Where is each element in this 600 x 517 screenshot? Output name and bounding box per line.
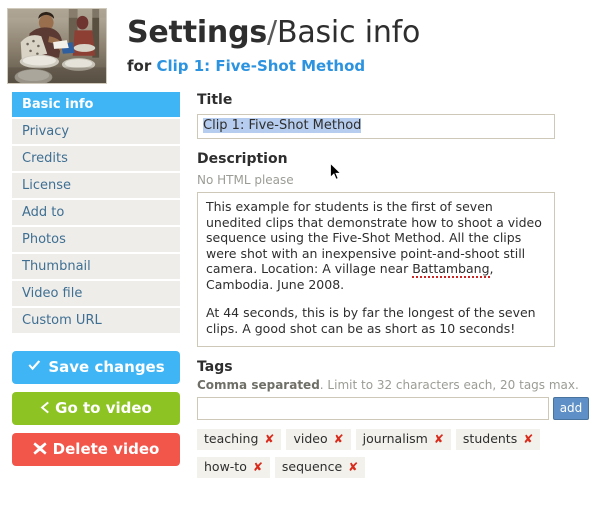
- remove-tag-icon[interactable]: ✘: [434, 433, 444, 445]
- sidebar-item-video-file[interactable]: Video file: [12, 281, 180, 306]
- page-body: Basic info Privacy Credits License Add t…: [0, 92, 600, 497]
- tags-input-row: add: [197, 397, 597, 420]
- add-tag-button[interactable]: add: [553, 397, 589, 420]
- settings-form: Title Clip 1: Five-Shot Method Descripti…: [197, 92, 597, 497]
- description-paragraph-2: At 44 seconds, this is by far the longes…: [206, 305, 536, 336]
- header-text-block: Settings/Basic info for Clip 1: Five-Sho…: [127, 8, 420, 76]
- tags-hint: Comma separated. Limit to 32 characters …: [197, 378, 597, 392]
- tags-field-block: Tags Comma separated. Limit to 32 charac…: [197, 359, 597, 485]
- sidebar-item-privacy[interactable]: Privacy: [12, 119, 180, 144]
- check-icon: [27, 352, 42, 385]
- title-field-block: Title Clip 1: Five-Shot Method: [197, 92, 597, 139]
- page-title-separator: /: [267, 15, 277, 50]
- video-link[interactable]: Clip 1: Five-Shot Method: [156, 57, 365, 75]
- sidebar-actions: Save changes Go to video Delete video: [12, 351, 180, 466]
- page-header: Settings/Basic info for Clip 1: Five-Sho…: [0, 0, 600, 92]
- tag-chip: teaching ✘: [197, 429, 282, 450]
- description-hint: No HTML please: [197, 173, 294, 187]
- delete-video-label: Delete video: [52, 440, 160, 458]
- tag-label: sequence: [281, 459, 343, 474]
- tag-chip: students ✘: [455, 429, 541, 450]
- cross-icon: [33, 434, 47, 467]
- sidebar-item-basic-info[interactable]: Basic info: [12, 92, 180, 117]
- settings-sidebar: Basic info Privacy Credits License Add t…: [12, 92, 180, 474]
- video-thumbnail[interactable]: [7, 8, 107, 84]
- page-title: Settings/Basic info: [127, 16, 420, 50]
- page-title-section: Basic info: [276, 15, 421, 50]
- tag-label: video: [293, 431, 328, 446]
- tags-label: Tags: [197, 359, 233, 375]
- delete-video-button[interactable]: Delete video: [12, 433, 180, 466]
- tag-chip: how-to ✘: [197, 457, 270, 478]
- tag-chip: sequence ✘: [274, 457, 366, 478]
- page-subtitle: for Clip 1: Five-Shot Method: [127, 57, 420, 75]
- tag-label: teaching: [204, 431, 259, 446]
- title-input-value: Clip 1: Five-Shot Method: [203, 118, 362, 133]
- description-field-block: Description No HTML please This example …: [197, 151, 597, 347]
- remove-tag-icon[interactable]: ✘: [348, 461, 358, 473]
- description-label: Description: [197, 151, 288, 167]
- description-paragraph-1: This example for students is the first o…: [206, 199, 546, 292]
- sidebar-item-add-to[interactable]: Add to: [12, 200, 180, 225]
- go-to-video-button[interactable]: Go to video: [12, 392, 180, 425]
- go-to-video-label: Go to video: [55, 399, 152, 417]
- tags-input[interactable]: [197, 397, 549, 420]
- tag-label: how-to: [204, 459, 247, 474]
- settings-nav: Basic info Privacy Credits License Add t…: [12, 92, 180, 333]
- misspelled-word: Battambang: [412, 261, 490, 278]
- remove-tag-icon[interactable]: ✘: [264, 433, 274, 445]
- tag-chip: journalism ✘: [355, 429, 451, 450]
- title-label: Title: [197, 92, 233, 108]
- tag-chip: video ✘: [286, 429, 351, 450]
- sidebar-item-photos[interactable]: Photos: [12, 227, 180, 252]
- remove-tag-icon[interactable]: ✘: [253, 461, 263, 473]
- chevron-left-icon: [40, 393, 50, 426]
- title-input[interactable]: Clip 1: Five-Shot Method: [197, 114, 555, 139]
- sidebar-item-license[interactable]: License: [12, 173, 180, 198]
- tags-hint-bold: Comma separated: [197, 378, 320, 392]
- page-subtitle-prefix: for: [127, 57, 152, 75]
- sidebar-item-credits[interactable]: Credits: [12, 146, 180, 171]
- tags-hint-rest: . Limit to 32 characters each, 20 tags m…: [319, 378, 579, 392]
- save-changes-button[interactable]: Save changes: [12, 351, 180, 384]
- tag-label: journalism: [362, 431, 428, 446]
- remove-tag-icon[interactable]: ✘: [334, 433, 344, 445]
- sidebar-item-thumbnail[interactable]: Thumbnail: [12, 254, 180, 279]
- tag-list: teaching ✘ video ✘ journalism ✘ students ✘ h…: [197, 429, 569, 485]
- save-changes-label: Save changes: [48, 358, 165, 376]
- tag-label: students: [462, 431, 518, 446]
- description-textarea[interactable]: This example for students is the first o…: [197, 192, 555, 347]
- page-title-app: Settings: [127, 15, 268, 50]
- sidebar-item-custom-url[interactable]: Custom URL: [12, 308, 180, 333]
- remove-tag-icon[interactable]: ✘: [523, 433, 533, 445]
